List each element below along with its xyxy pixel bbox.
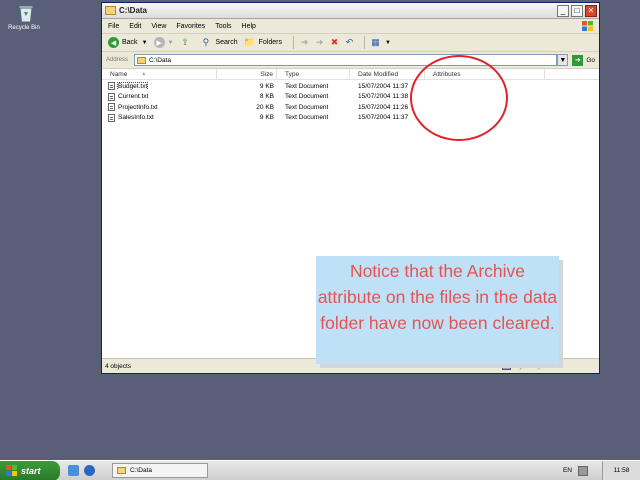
file-size: 8 KB	[259, 93, 274, 101]
address-input[interactable]: C:\Data	[134, 54, 558, 66]
taskbar: start C:\Data EN 11:58	[0, 460, 640, 480]
folder-icon	[117, 467, 126, 474]
attributes-highlight-ellipse	[410, 55, 508, 141]
taskbar-button-c-data[interactable]: C:\Data	[112, 463, 208, 478]
column-name-label: Name	[110, 70, 128, 78]
menu-help[interactable]: Help	[242, 23, 256, 30]
file-rows: Budget.txt 9 KB Text Document 15/07/2004…	[102, 80, 599, 123]
views-dropdown-icon[interactable]: ▼	[385, 40, 391, 46]
undo-icon[interactable]: ↶	[344, 37, 355, 48]
file-type: Text Document	[285, 114, 329, 122]
address-label: Address	[106, 57, 129, 63]
clock[interactable]: 11:58	[602, 460, 640, 480]
start-button[interactable]: start	[0, 460, 60, 480]
file-size: 20 KB	[256, 103, 274, 111]
menu-view[interactable]: View	[151, 23, 166, 30]
forward-dropdown-icon: ▼	[167, 39, 174, 46]
back-button[interactable]: ◀ Back ▼	[108, 37, 148, 48]
file-name: SalesInfo.txt	[118, 114, 154, 122]
system-tray: EN 11:58	[563, 460, 640, 480]
folders-button[interactable]: 📁 Folders	[244, 37, 282, 48]
address-bar: Address C:\Data ▼ ➜ Go	[102, 52, 599, 69]
quick-launch	[68, 465, 100, 476]
network-tray-icon[interactable]	[578, 465, 588, 476]
search-icon: ⚲	[202, 37, 210, 47]
search-button[interactable]: ⚲ Search	[200, 37, 238, 48]
back-dropdown-icon: ▼	[141, 39, 148, 46]
file-type: Text Document	[285, 82, 329, 90]
close-button[interactable]: ✕	[585, 4, 597, 17]
up-folder-button[interactable]: ⇧	[179, 37, 194, 48]
address-value: C:\Data	[149, 56, 172, 64]
column-header-size[interactable]: Size	[217, 69, 277, 79]
folders-label: Folders	[258, 39, 282, 46]
column-header-name[interactable]: Name ▲	[102, 69, 217, 79]
file-name: ProjectInfo.txt	[118, 103, 158, 111]
folders-icon: 📁	[243, 37, 255, 47]
tutorial-callout: Notice that the Archive attribute on the…	[316, 256, 559, 364]
forward-button[interactable]: ▶ ▼	[153, 37, 174, 48]
back-arrow-icon: ◀	[108, 37, 119, 48]
start-label: start	[21, 465, 41, 476]
menu-file[interactable]: File	[108, 23, 119, 30]
windows-flag-icon	[6, 465, 17, 476]
toolbar-separator	[293, 36, 294, 49]
address-dropdown-button[interactable]: ▼	[557, 54, 569, 66]
menu-favorites[interactable]: Favorites	[176, 23, 205, 30]
maximize-button[interactable]: □	[571, 4, 583, 17]
go-label: Go	[586, 56, 595, 64]
copy-to-icon[interactable]: ➜	[314, 37, 325, 48]
menu-tools[interactable]: Tools	[215, 23, 231, 30]
text-file-icon	[108, 92, 115, 101]
show-desktop-icon[interactable]	[68, 465, 79, 476]
window-title: C:\Data	[119, 6, 148, 15]
file-row[interactable]: ProjectInfo.txt 20 KB Text Document 15/0…	[102, 102, 599, 113]
folder-icon	[105, 6, 116, 15]
sort-ascending-icon: ▲	[141, 71, 147, 77]
file-type: Text Document	[285, 103, 329, 111]
taskbar-button-label: C:\Data	[130, 467, 153, 474]
toolbar-separator-2	[364, 36, 365, 49]
file-row[interactable]: Current.txt 8 KB Text Document 15/07/200…	[102, 92, 599, 103]
up-folder-icon: ⇧	[181, 37, 189, 47]
recycle-bin-desktop-icon[interactable]: Recycle Bin	[6, 3, 46, 31]
language-indicator[interactable]: EN	[563, 467, 572, 474]
search-label: Search	[215, 39, 238, 46]
file-size: 9 KB	[259, 114, 274, 122]
menu-bar: File Edit View Favorites Tools Help	[102, 19, 599, 34]
recycle-bin-icon	[17, 3, 35, 23]
text-file-icon	[108, 113, 115, 122]
back-label: Back	[122, 39, 138, 46]
file-row[interactable]: Budget.txt 9 KB Text Document 15/07/2004…	[102, 81, 599, 92]
column-header-type[interactable]: Type	[277, 69, 350, 79]
move-to-icon[interactable]: ➜	[299, 37, 310, 48]
internet-explorer-icon[interactable]	[84, 465, 95, 476]
title-bar[interactable]: C:\Data _ □ ✕	[102, 3, 599, 19]
file-name: Budget.txt	[116, 82, 149, 91]
file-type: Text Document	[285, 93, 329, 101]
forward-arrow-icon: ▶	[153, 37, 165, 48]
column-header-date-modified[interactable]: Date Modified	[350, 69, 425, 79]
go-button[interactable]: ➜ Go	[572, 54, 595, 66]
folder-icon	[137, 56, 146, 64]
file-name: Current.txt	[118, 93, 149, 101]
text-file-icon	[108, 82, 115, 91]
column-header-row: Name ▲ Size Type Date Modified Attribute…	[102, 69, 599, 80]
file-size: 9 KB	[259, 82, 274, 90]
menu-edit[interactable]: Edit	[129, 23, 141, 30]
windows-logo-icon	[581, 20, 595, 32]
file-row[interactable]: SalesInfo.txt 9 KB Text Document 15/07/2…	[102, 113, 599, 124]
minimize-button[interactable]: _	[557, 4, 569, 17]
go-arrow-icon: ➜	[572, 54, 584, 66]
views-icon[interactable]: ▦	[370, 37, 381, 48]
recycle-bin-label: Recycle Bin	[8, 25, 40, 31]
toolbar: ◀ Back ▼ ▶ ▼ ⇧ ⚲ Search 📁 Folders ➜ ➜ ✖ …	[102, 34, 599, 52]
text-file-icon	[108, 103, 115, 112]
delete-icon[interactable]: ✖	[329, 37, 340, 48]
